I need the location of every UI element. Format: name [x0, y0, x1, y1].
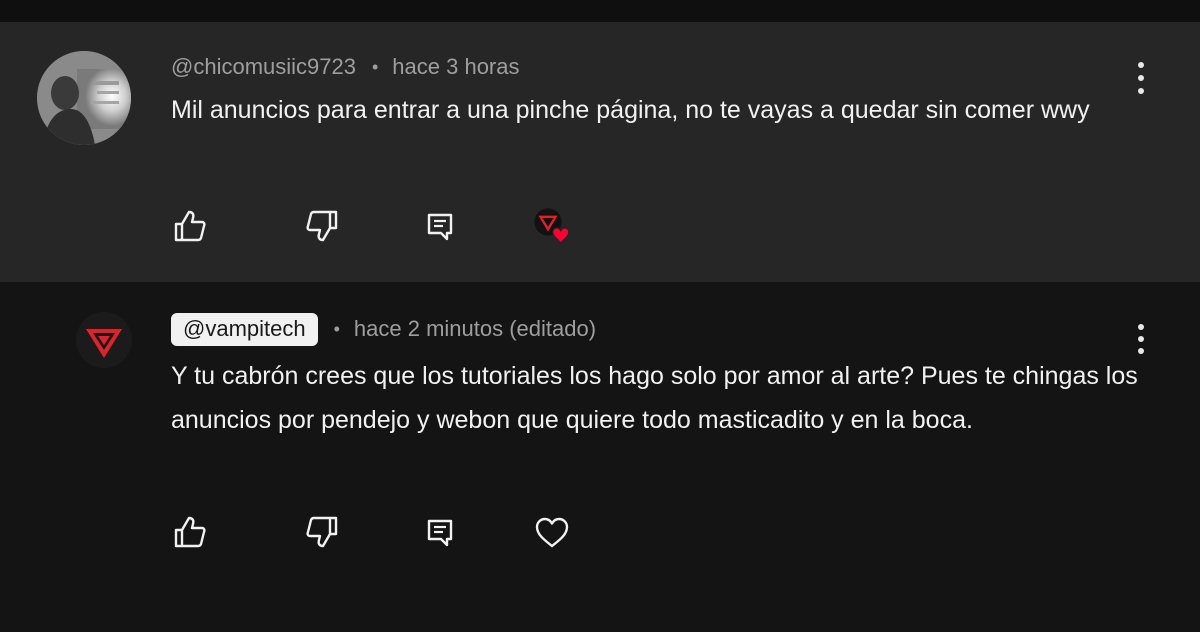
reply-comment-icon: [427, 519, 453, 547]
creator-heart-icon: [534, 208, 570, 244]
meta-separator: •: [371, 56, 379, 77]
heart-outline-icon: [535, 517, 569, 548]
creator-handle-chip[interactable]: @vampitech: [171, 312, 318, 346]
comment-author[interactable]: @chicomusiic9723: [171, 54, 356, 80]
vampitech-logo-avatar-icon: [76, 312, 132, 368]
reply-button[interactable]: [420, 206, 460, 246]
more-options-icon[interactable]: [1128, 62, 1154, 94]
comment-actions: [0, 512, 700, 556]
reply-button[interactable]: [420, 512, 460, 552]
commenter-avatar[interactable]: [76, 312, 132, 368]
comment-text: Y tu cabrón crees que los tutoriales los…: [171, 362, 1138, 434]
like-button[interactable]: [170, 512, 210, 552]
comment-time[interactable]: hace 2 minutos (editado): [354, 316, 596, 342]
comment-text: Mil anuncios para entrar a una pinche pá…: [171, 96, 1090, 124]
comment-time[interactable]: hace 3 horas: [392, 54, 519, 80]
top-bar: [0, 0, 1200, 22]
thumbs-up-icon: [174, 210, 206, 242]
creator-heart-badge[interactable]: [532, 206, 572, 246]
user-photo-avatar-icon: [37, 51, 131, 145]
like-button[interactable]: [170, 206, 210, 246]
more-options-icon[interactable]: [1128, 324, 1154, 354]
comment-item: @chicomusiic9723 • hace 3 horas Mil anun…: [0, 22, 1200, 282]
dislike-button[interactable]: [302, 512, 342, 552]
heart-button[interactable]: [532, 512, 572, 552]
thumbs-down-icon: [306, 210, 338, 242]
meta-separator: •: [333, 318, 340, 339]
reply-comment-icon: [427, 213, 453, 241]
thumbs-up-icon: [174, 516, 206, 548]
dislike-button[interactable]: [302, 206, 342, 246]
comment-meta: @vampitech • hace 2 minutos (editado): [171, 312, 596, 346]
commenter-avatar[interactable]: [37, 51, 131, 145]
thumbs-down-icon: [306, 516, 338, 548]
comment-actions: [0, 206, 700, 250]
comment-item: @vampitech • hace 2 minutos (editado) Y …: [0, 282, 1200, 632]
comment-meta: @chicomusiic9723 • hace 3 horas: [171, 52, 520, 82]
